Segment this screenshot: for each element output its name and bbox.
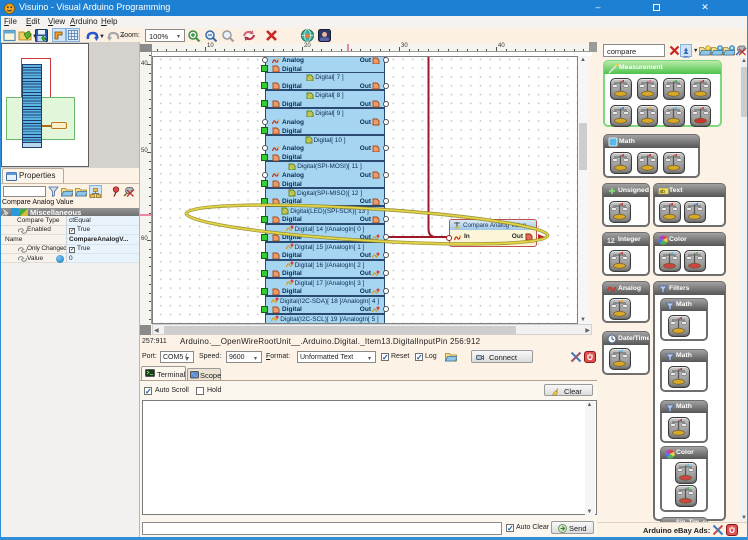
svg-text:ab: ab	[660, 189, 666, 195]
svg-text:12: 12	[607, 238, 615, 245]
